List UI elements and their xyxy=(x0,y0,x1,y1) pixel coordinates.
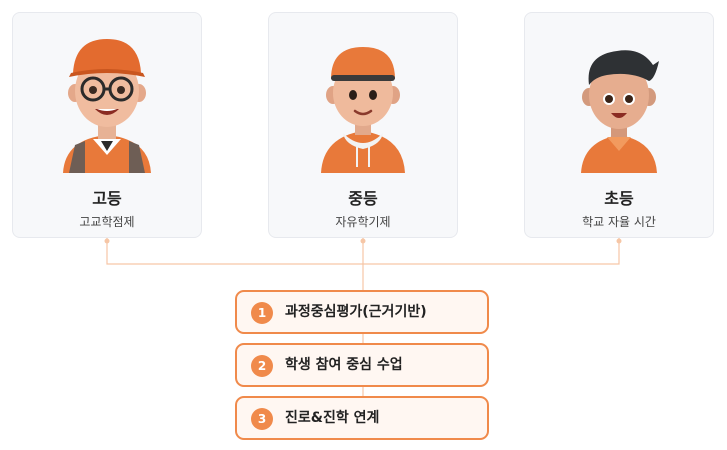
card-middle-school: 중등 자유학기제 xyxy=(268,12,458,238)
card-title: 초등 xyxy=(604,189,634,208)
high-school-student-avatar xyxy=(63,39,151,173)
step-item-3: 3 진로&진학 연계 xyxy=(235,396,489,440)
card-subtitle: 학교 자율 시간 xyxy=(582,215,656,229)
step-number-badge: 2 xyxy=(251,355,273,377)
step-item-1: 1 과정중심평가(근거기반) xyxy=(235,290,489,334)
step-item-2: 2 학생 참여 중심 수업 xyxy=(235,343,489,387)
card-elementary-school: 초등 학교 자율 시간 xyxy=(524,12,714,238)
step-label: 진로&진학 연계 xyxy=(285,410,380,426)
card-subtitle: 자유학기제 xyxy=(335,215,391,229)
card-title: 중등 xyxy=(348,189,378,208)
elementary-student-avatar xyxy=(581,50,659,173)
step-number-badge: 1 xyxy=(251,302,273,324)
step-label: 학생 참여 중심 수업 xyxy=(285,357,403,373)
step-number-badge: 3 xyxy=(251,408,273,430)
card-title: 고등 xyxy=(92,189,122,208)
card-high-school: 고등 고교학점제 xyxy=(12,12,202,238)
card-subtitle: 고교학점제 xyxy=(79,215,135,229)
middle-school-student-avatar xyxy=(321,47,405,173)
step-label: 과정중심평가(근거기반) xyxy=(285,304,427,320)
